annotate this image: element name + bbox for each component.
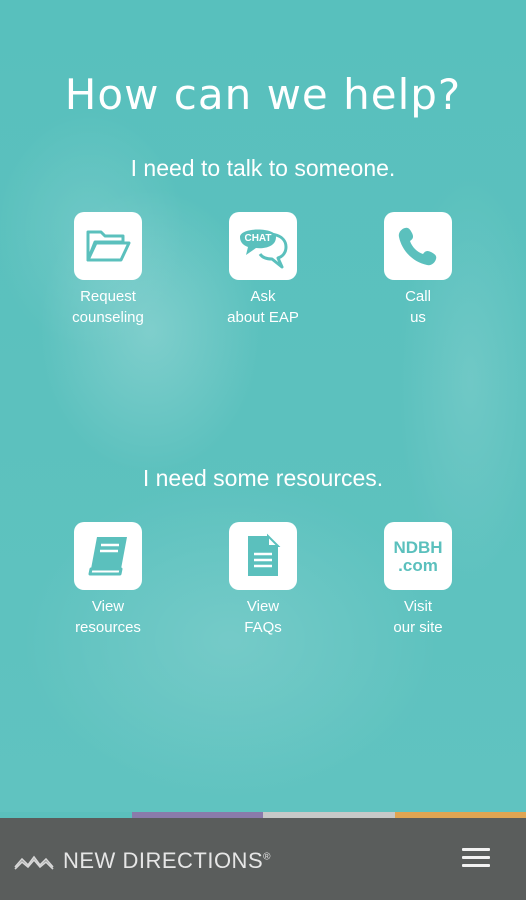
hamburger-menu-icon[interactable] [462,848,490,870]
svg-text:.com: .com [398,556,438,575]
view-faqs-button[interactable]: View FAQs [208,522,318,638]
view-resources-button[interactable]: View resources [53,522,163,638]
document-icon [229,522,297,590]
main-content: How can we help? I need to talk to someo… [0,0,526,812]
phone-icon [384,212,452,280]
svg-text:NDBH: NDBH [393,538,442,557]
svg-text:CHAT: CHAT [244,233,271,244]
chat-icon: CHAT [229,212,297,280]
visit-our-site-label: Visit our site [393,598,443,636]
brand-name: NEW DIRECTIONS® [63,848,271,873]
call-us-button[interactable]: Call us [363,212,473,328]
visit-our-site-button[interactable]: NDBH .com Visit our site [363,522,473,638]
website-icon: NDBH .com [384,522,452,590]
request-counseling-label: Request counseling [72,288,144,326]
request-counseling-button[interactable]: Request counseling [53,212,163,328]
brand-logo: NEW DIRECTIONS® [14,848,271,874]
folder-icon [74,212,142,280]
page-title: How can we help? [64,70,462,119]
resources-section-heading: I need some resources. [142,465,384,491]
footer-bar: NEW DIRECTIONS® [0,818,526,900]
ask-about-eap-label: Ask about EAP [227,288,299,326]
call-us-label: Call us [405,288,431,326]
ask-about-eap-button[interactable]: CHAT Ask about EAP [208,212,318,328]
talk-section-heading: I need to talk to someone. [130,155,396,181]
view-resources-label: View resources [75,598,141,636]
book-icon [74,522,142,590]
mountains-logo-icon [14,855,54,870]
view-faqs-label: View FAQs [244,598,282,636]
